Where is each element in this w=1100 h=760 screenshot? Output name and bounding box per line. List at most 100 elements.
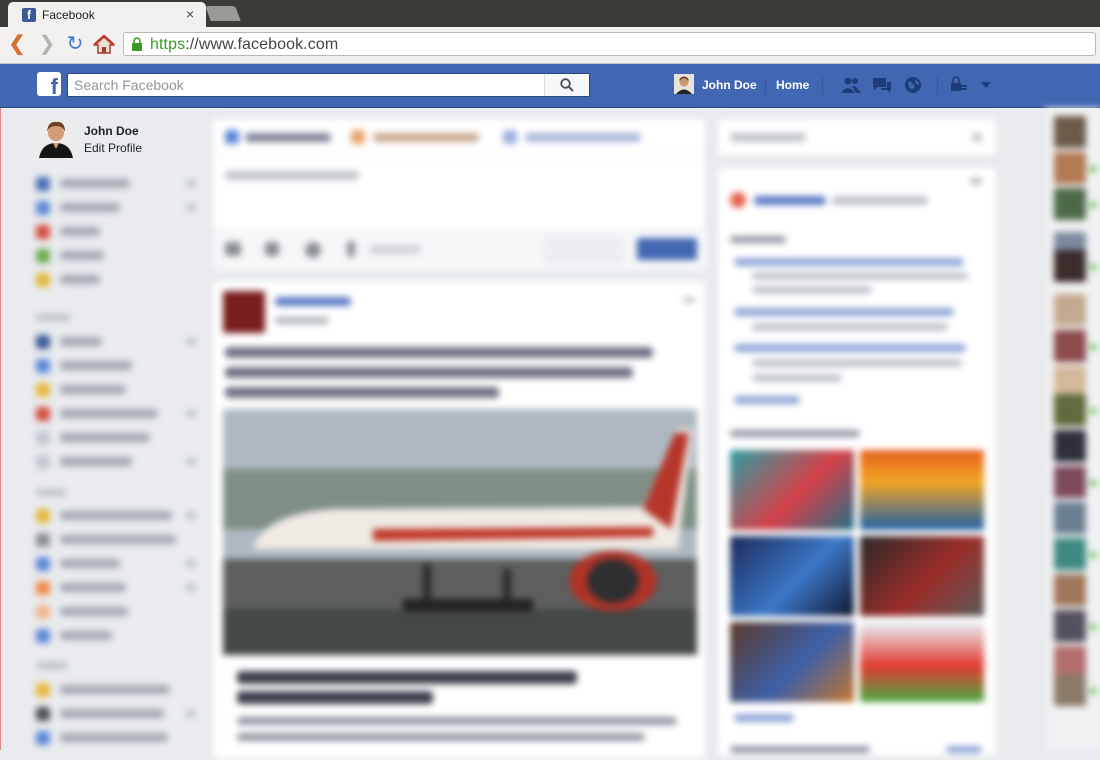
game-thumbnail[interactable] (860, 536, 984, 616)
chat-contact-avatar[interactable] (1054, 250, 1086, 282)
friend-requests-icon[interactable] (840, 75, 862, 95)
messages-icon[interactable] (871, 75, 893, 95)
chat-contact-avatar[interactable] (1054, 574, 1086, 606)
status-input[interactable] (225, 171, 359, 180)
sidebar-item[interactable] (36, 580, 196, 596)
trending-item[interactable] (734, 344, 966, 352)
sidebar-item[interactable] (36, 200, 196, 216)
sidebar-item[interactable] (36, 334, 196, 350)
sidebar-item[interactable] (36, 406, 196, 422)
game-thumbnail[interactable] (730, 622, 854, 702)
sidebar-item[interactable] (36, 556, 196, 572)
birthday-name[interactable] (754, 196, 826, 205)
sidebar-item[interactable] (36, 454, 196, 470)
post-options[interactable] (683, 297, 695, 303)
sidebar-item[interactable] (36, 532, 196, 548)
sidebar-item[interactable] (36, 176, 196, 192)
sidebar-item[interactable] (36, 430, 196, 446)
post-author-name[interactable] (275, 297, 351, 306)
browser-tab-facebook[interactable]: f Facebook × (8, 2, 206, 27)
online-indicator (1090, 480, 1096, 486)
facebook-logo[interactable]: f (37, 72, 61, 96)
sidebar-item[interactable] (36, 382, 196, 398)
online-indicator (1090, 344, 1096, 350)
chevron-down-icon[interactable] (981, 82, 991, 88)
birthday-icon (730, 192, 746, 208)
audience-selector[interactable] (545, 238, 623, 262)
chat-contact-avatar[interactable] (1054, 610, 1086, 642)
new-tab-button[interactable] (205, 6, 241, 21)
chat-contact-avatar[interactable] (1054, 330, 1086, 362)
chat-sidebar (1045, 108, 1100, 750)
notifications-icon[interactable] (902, 75, 924, 95)
sidebar-item[interactable] (36, 272, 196, 288)
album-icon (503, 130, 517, 144)
chat-contact-avatar[interactable] (1054, 394, 1086, 426)
profile-link-name[interactable]: John Doe (702, 78, 757, 92)
online-indicator (1090, 202, 1096, 208)
photo-icon (351, 130, 365, 144)
status-composer (212, 118, 707, 270)
sidebar-item[interactable] (36, 628, 196, 644)
chat-contact-avatar[interactable] (1054, 116, 1086, 148)
sidebar-item[interactable] (36, 682, 196, 698)
chat-contact-avatar[interactable] (1054, 466, 1086, 498)
chat-contact-avatar[interactable] (1054, 538, 1086, 570)
profile-picture[interactable] (36, 118, 76, 158)
chat-contact-avatar[interactable] (1054, 430, 1086, 462)
home-link[interactable]: Home (776, 78, 809, 92)
game-thumbnail[interactable] (730, 450, 854, 530)
post-button[interactable] (637, 238, 697, 260)
address-bar[interactable]: https://www.facebook.com (123, 32, 1096, 56)
online-indicator (1090, 166, 1096, 172)
trending-item[interactable] (734, 258, 964, 266)
sidebar-item[interactable] (36, 358, 196, 374)
link-preview-image[interactable] (223, 409, 697, 655)
chat-contact-avatar[interactable] (1054, 188, 1086, 220)
sidebar-item[interactable] (36, 706, 196, 722)
close-icon[interactable] (970, 178, 982, 184)
chat-contact-avatar[interactable] (1054, 152, 1086, 184)
trending-item-desc (752, 359, 962, 367)
post-author-avatar[interactable] (223, 291, 265, 333)
sidebar-profile-name[interactable]: John Doe (84, 124, 139, 138)
add-photo-tab[interactable] (373, 133, 479, 142)
sidebar-item[interactable] (36, 604, 196, 620)
divider (937, 77, 938, 95)
right-search-box[interactable] (717, 118, 997, 156)
sidebar-item[interactable] (36, 508, 196, 524)
search-button[interactable] (544, 74, 589, 96)
chat-contact-avatar[interactable] (1054, 502, 1086, 534)
news-feed-post (212, 280, 706, 760)
browser-tab-strip: f Facebook × (0, 0, 1100, 27)
search-input[interactable] (68, 74, 556, 96)
game-thumbnail[interactable] (730, 536, 854, 616)
link-preview-title[interactable] (237, 691, 433, 704)
sidebar-item[interactable] (36, 224, 196, 240)
search-icon (560, 78, 574, 92)
see-more-games-link[interactable] (734, 714, 794, 722)
create-album-tab[interactable] (525, 133, 641, 142)
sidebar-item[interactable] (36, 730, 196, 746)
game-thumbnail[interactable] (860, 622, 984, 702)
chat-contact-avatar[interactable] (1054, 674, 1086, 706)
tab-close-icon[interactable]: × (186, 7, 194, 21)
privacy-icon[interactable] (948, 75, 970, 95)
online-indicator (1090, 624, 1096, 630)
avatar[interactable] (674, 74, 694, 94)
home-icon[interactable] (93, 33, 115, 55)
forward-icon[interactable]: ❯ (36, 33, 58, 55)
edit-profile-link[interactable]: Edit Profile (84, 141, 142, 155)
see-more-link[interactable] (734, 396, 800, 404)
update-status-tab[interactable] (245, 133, 331, 142)
trending-item[interactable] (734, 308, 954, 316)
link-preview-title[interactable] (237, 671, 577, 684)
back-icon[interactable]: ❮ (6, 33, 28, 55)
sidebar-item[interactable] (36, 248, 196, 264)
trending-header (730, 236, 786, 243)
reload-icon[interactable]: ↻ (64, 33, 86, 55)
game-thumbnail[interactable] (860, 450, 984, 530)
post-timestamp[interactable] (275, 317, 329, 324)
chat-contact-avatar[interactable] (1054, 294, 1086, 326)
browser-toolbar: ❮ ❯ ↻ https://www.facebook.com (0, 27, 1100, 64)
